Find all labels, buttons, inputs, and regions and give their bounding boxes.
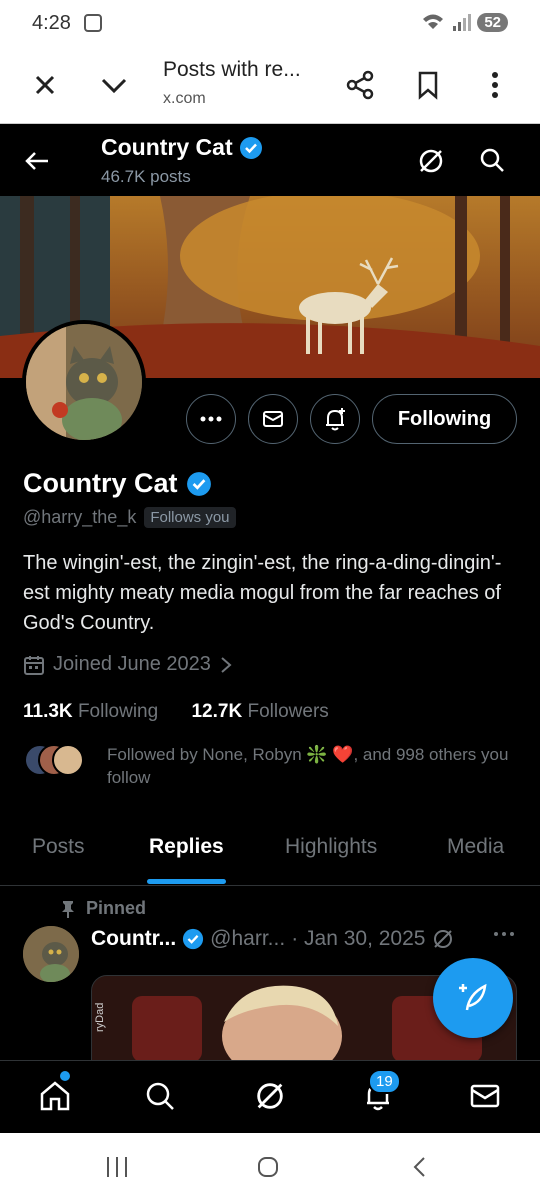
avatar — [52, 744, 84, 776]
profile-bio: The wingin'-est, the zingin'-est, the ri… — [23, 552, 502, 634]
tab-highlights[interactable]: Highlights — [285, 835, 377, 859]
status-time: 4:28 — [32, 12, 71, 34]
screenshot-icon — [84, 14, 102, 32]
active-tab-indicator — [147, 879, 226, 884]
home-icon[interactable] — [38, 1079, 72, 1113]
follows-you-badge: Follows you — [144, 507, 236, 528]
chevron-right-icon — [221, 656, 232, 673]
status-icons: 52 — [421, 12, 508, 32]
tweet-avatar[interactable] — [23, 926, 79, 982]
profile-name: Country Cat — [23, 468, 212, 499]
more-vert-icon[interactable] — [478, 68, 512, 102]
bell-plus-icon — [326, 408, 345, 431]
tweet-date: · Jan 30, 2025 — [291, 927, 426, 950]
browser-toolbar: Posts with re... x.com — [0, 48, 540, 124]
search-icon[interactable] — [143, 1079, 177, 1113]
pinned-label-row: Pinned — [60, 898, 146, 919]
grok-icon[interactable] — [431, 927, 455, 951]
search-icon[interactable] — [478, 146, 506, 174]
avatar-image — [23, 926, 79, 982]
tab-posts[interactable]: Posts — [32, 835, 85, 859]
tab-replies[interactable]: Replies — [149, 835, 224, 859]
notifications-badge: 19 — [368, 1069, 401, 1094]
feather-plus-icon — [459, 983, 487, 1011]
notify-button[interactable] — [310, 394, 360, 444]
browser-title: Posts with re... — [163, 58, 301, 81]
avatar-image — [26, 324, 142, 440]
profile-handle-row: @harry_the_k Follows you — [23, 507, 236, 528]
compose-post-button[interactable] — [433, 958, 513, 1038]
wifi-icon — [423, 14, 444, 29]
close-icon[interactable] — [28, 68, 62, 102]
verified-badge-icon — [239, 136, 262, 159]
followed-by-avatars[interactable] — [24, 744, 94, 778]
profile-tabs: Posts Replies Highlights Media — [0, 820, 540, 886]
share-icon[interactable] — [344, 68, 378, 102]
browser-domain: x.com — [163, 90, 206, 107]
verified-badge-icon — [183, 928, 204, 950]
tweet-more-icon[interactable] — [493, 930, 515, 938]
profile-avatar[interactable] — [22, 320, 146, 444]
tweet-handle: @harr... — [210, 927, 286, 950]
follow-stats: 11.3K Following 12.7K Followers — [23, 701, 329, 723]
more-horizontal-icon — [200, 416, 222, 422]
media-watermark: ryDad — [94, 1002, 106, 1032]
back-arrow-icon[interactable] — [22, 146, 52, 176]
pinned-label: Pinned — [86, 898, 147, 918]
header-name: Country Cat — [101, 134, 263, 161]
system-navigation-bar — [0, 1133, 540, 1200]
chevron-down-icon[interactable] — [97, 68, 131, 102]
bottom-navigation: 19 — [0, 1060, 540, 1133]
pin-icon — [62, 900, 74, 918]
grok-icon[interactable] — [253, 1079, 287, 1113]
tweet-header: Countr... @harr... · Jan 30, 2025 — [91, 927, 455, 951]
joined-row[interactable]: Joined June 2023 — [23, 653, 233, 676]
message-button[interactable] — [248, 394, 298, 444]
verified-badge-icon — [186, 471, 211, 496]
home-unread-dot — [60, 1071, 70, 1081]
battery-indicator: 52 — [477, 12, 508, 32]
joined-date: Joined June 2023 — [53, 653, 211, 675]
calendar-icon — [24, 655, 44, 675]
envelope-icon — [263, 411, 283, 427]
bookmark-icon[interactable] — [411, 68, 445, 102]
post-count: 46.7K posts — [101, 167, 191, 186]
home-circle-icon[interactable] — [256, 1155, 280, 1179]
following-button[interactable]: Following — [372, 394, 517, 444]
signal-icon — [453, 14, 472, 31]
following-stat[interactable]: 11.3K Following — [23, 701, 158, 722]
back-nav-icon[interactable] — [408, 1155, 432, 1179]
followers-stat[interactable]: 12.7K Followers — [191, 701, 328, 722]
profile-header: Country Cat 46.7K posts — [0, 124, 540, 196]
envelope-icon[interactable] — [468, 1079, 502, 1113]
profile-handle: @harry_the_k — [23, 507, 137, 527]
status-bar: 4:28 52 — [0, 0, 540, 48]
followed-by-text[interactable]: Followed by None, Robyn ❇️ ❤️, and 998 o… — [107, 743, 517, 789]
tweet-author[interactable]: Countr... — [91, 927, 176, 951]
grok-icon[interactable] — [416, 146, 446, 176]
tab-media[interactable]: Media — [447, 835, 504, 859]
recent-apps-icon[interactable] — [104, 1155, 130, 1179]
more-options-button[interactable] — [186, 394, 236, 444]
